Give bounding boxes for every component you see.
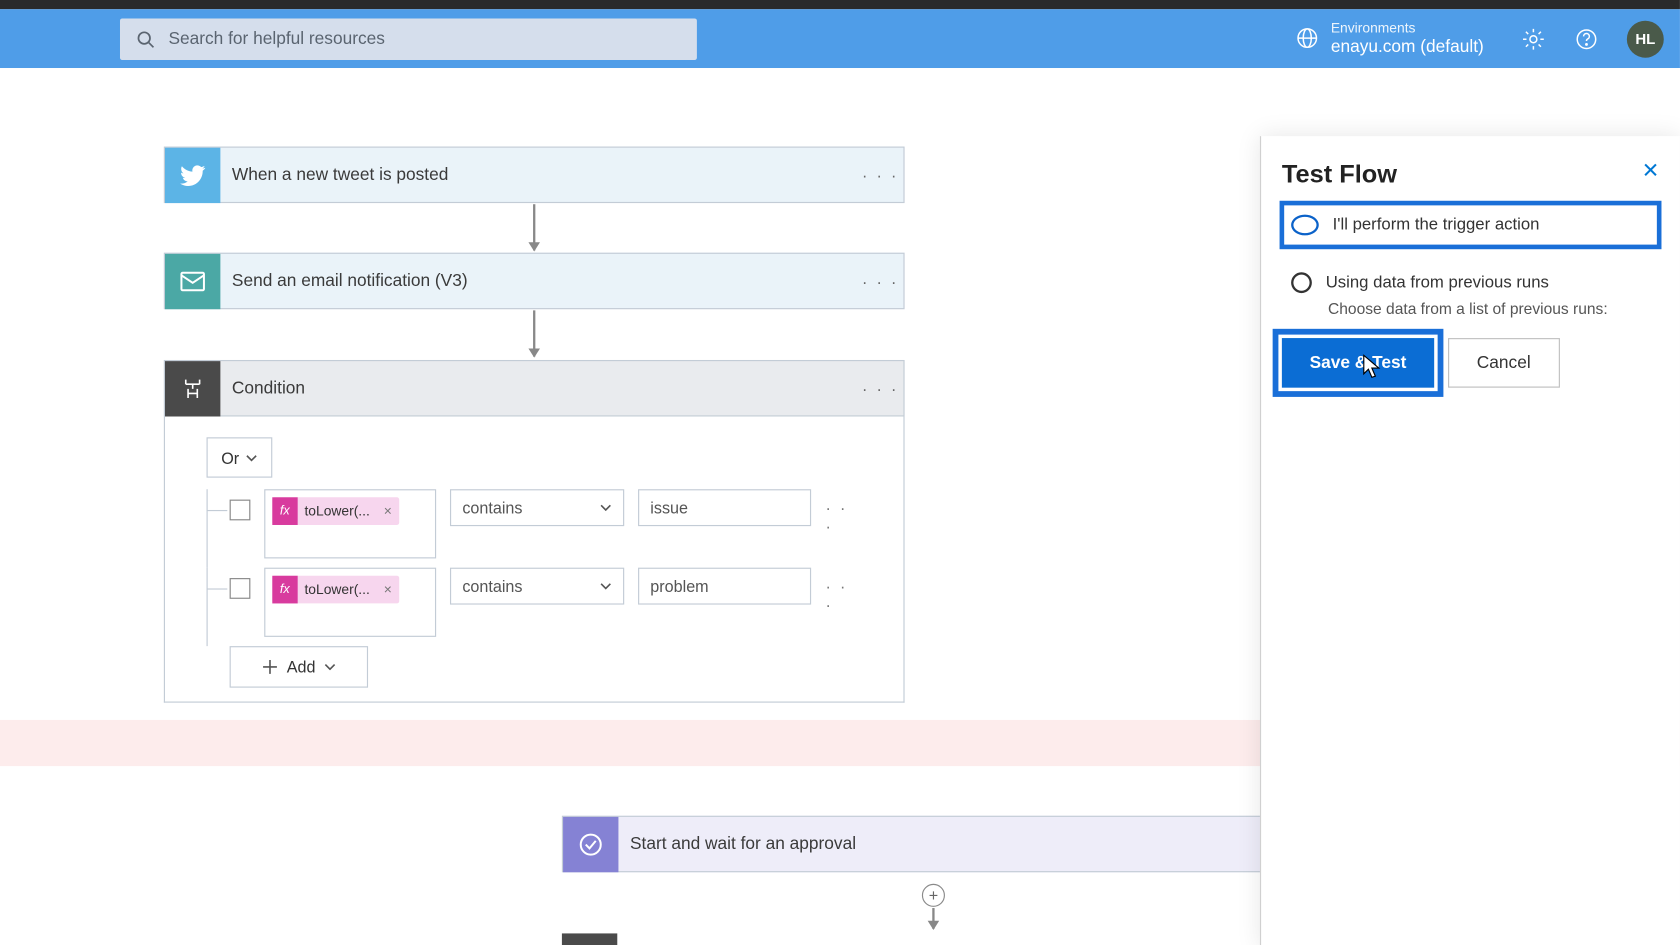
expression-input[interactable]: fx toLower(... × — [264, 568, 436, 637]
remove-token[interactable]: × — [377, 582, 399, 598]
condition-row: fx toLower(... × contains problem · · · — [218, 568, 862, 637]
operator-select[interactable]: contains — [450, 568, 624, 605]
environment-label: Environments — [1331, 20, 1484, 37]
trigger-title: When a new tweet is posted — [220, 165, 857, 185]
condition-icon — [562, 933, 617, 945]
gear-icon — [1522, 27, 1545, 50]
approval-icon — [563, 816, 618, 871]
mail-icon — [165, 253, 220, 308]
action-card-approval[interactable]: Start and wait for an approval — [562, 816, 1303, 873]
expression-pill: fx toLower(... × — [272, 497, 399, 525]
operator-select[interactable]: contains — [450, 489, 624, 526]
action-card-email[interactable]: Send an email notification (V3) · · · — [164, 253, 905, 310]
twitter-icon — [165, 147, 220, 202]
help-button[interactable] — [1567, 19, 1606, 58]
fx-icon: fx — [272, 576, 297, 604]
condition-icon — [165, 361, 220, 416]
expression-input[interactable]: fx toLower(... × — [264, 489, 436, 558]
user-avatar[interactable]: HL — [1627, 20, 1664, 57]
chevron-down-icon — [325, 663, 337, 670]
flow-arrow — [932, 908, 934, 929]
test-option-previous[interactable]: Using data from previous runs — [1282, 261, 1659, 305]
action-title: Send an email notification (V3) — [220, 271, 857, 291]
close-button[interactable]: ✕ — [1642, 159, 1659, 183]
card-menu[interactable]: · · · — [857, 272, 903, 290]
approval-title: Start and wait for an approval — [618, 834, 1301, 854]
panel-title: Test Flow — [1282, 159, 1659, 189]
search-icon — [136, 29, 154, 47]
test-flow-panel: Test Flow ✕ I'll perform the trigger act… — [1260, 136, 1680, 945]
remove-token[interactable]: × — [377, 503, 399, 519]
flow-arrow — [533, 204, 535, 250]
option-subtext: Choose data from a list of previous runs… — [1328, 300, 1659, 317]
row-checkbox[interactable] — [230, 578, 251, 599]
settings-button[interactable] — [1514, 19, 1553, 58]
save-and-test-button[interactable]: Save & Test — [1282, 338, 1434, 388]
expression-pill: fx toLower(... × — [272, 576, 399, 604]
environment-picker[interactable]: Environments enayu.com (default) — [1296, 20, 1484, 57]
chevron-down-icon — [600, 583, 612, 590]
condition-row: fx toLower(... × contains issue · · · — [218, 489, 862, 558]
card-menu[interactable]: · · · — [857, 166, 903, 184]
help-icon — [1575, 27, 1598, 50]
radio-selected[interactable] — [1291, 215, 1319, 236]
add-step-button[interactable]: + — [922, 884, 945, 907]
flow-arrow — [533, 310, 535, 356]
row-checkbox[interactable] — [230, 500, 251, 521]
cancel-button[interactable]: Cancel — [1448, 338, 1560, 388]
condition-title: Condition — [220, 378, 857, 398]
row-menu[interactable]: · · · — [826, 577, 862, 614]
chevron-down-icon — [246, 454, 258, 461]
row-menu[interactable]: · · · — [826, 498, 862, 535]
app-header: Search for helpful resources Environment… — [0, 9, 1680, 68]
chevron-down-icon — [600, 504, 612, 511]
search-input[interactable]: Search for helpful resources — [120, 18, 697, 60]
trigger-card[interactable]: When a new tweet is posted · · · — [164, 147, 905, 204]
environment-value: enayu.com (default) — [1331, 37, 1484, 58]
plus-icon — [261, 659, 277, 675]
test-option-manual[interactable]: I'll perform the trigger action — [1282, 203, 1659, 247]
search-placeholder: Search for helpful resources — [168, 29, 384, 49]
group-operator-dropdown[interactable]: Or — [207, 437, 273, 477]
value-input[interactable]: problem — [638, 568, 812, 605]
environment-icon — [1296, 27, 1319, 50]
value-input[interactable]: issue — [638, 489, 812, 526]
card-menu[interactable]: · · · — [857, 379, 903, 397]
condition-body: Or fx toLower(... × contains — [164, 417, 905, 703]
fx-icon: fx — [272, 497, 297, 525]
add-row-button[interactable]: Add — [230, 646, 368, 688]
condition-header[interactable]: Condition · · · — [164, 360, 905, 417]
radio-unselected[interactable] — [1291, 272, 1312, 293]
